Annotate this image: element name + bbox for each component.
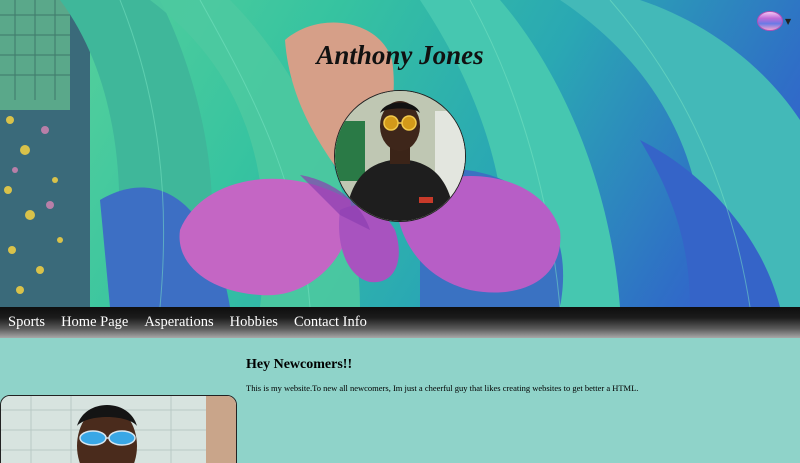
welcome-text: This is my website.To new all newcomers,… (246, 383, 639, 393)
hero-banner: Anthony Jones ▼ (0, 0, 800, 307)
theme-swatch-icon (757, 11, 783, 31)
main-nav: Sports Home Page Asperations Hobbies Con… (0, 307, 800, 338)
nav-link-sports[interactable]: Sports (8, 314, 45, 331)
nav-link-hobbies[interactable]: Hobbies (230, 314, 278, 331)
side-photo (0, 395, 237, 463)
welcome-heading: Hey Newcomers!! (246, 357, 353, 372)
nav-link-home-page[interactable]: Home Page (61, 314, 128, 331)
site-title: Anthony Jones (316, 40, 484, 70)
page: Anthony Jones ▼ Sports Home Page Asperat… (0, 0, 800, 463)
main-content: Hey Newcomers!! This is my website.To ne… (0, 338, 800, 463)
chevron-down-icon: ▼ (785, 16, 792, 26)
theme-toggle[interactable]: ▼ (757, 10, 793, 32)
profile-photo (334, 90, 466, 222)
nav-link-contact-info[interactable]: Contact Info (294, 314, 367, 331)
nav-link-asperations[interactable]: Asperations (144, 314, 213, 331)
